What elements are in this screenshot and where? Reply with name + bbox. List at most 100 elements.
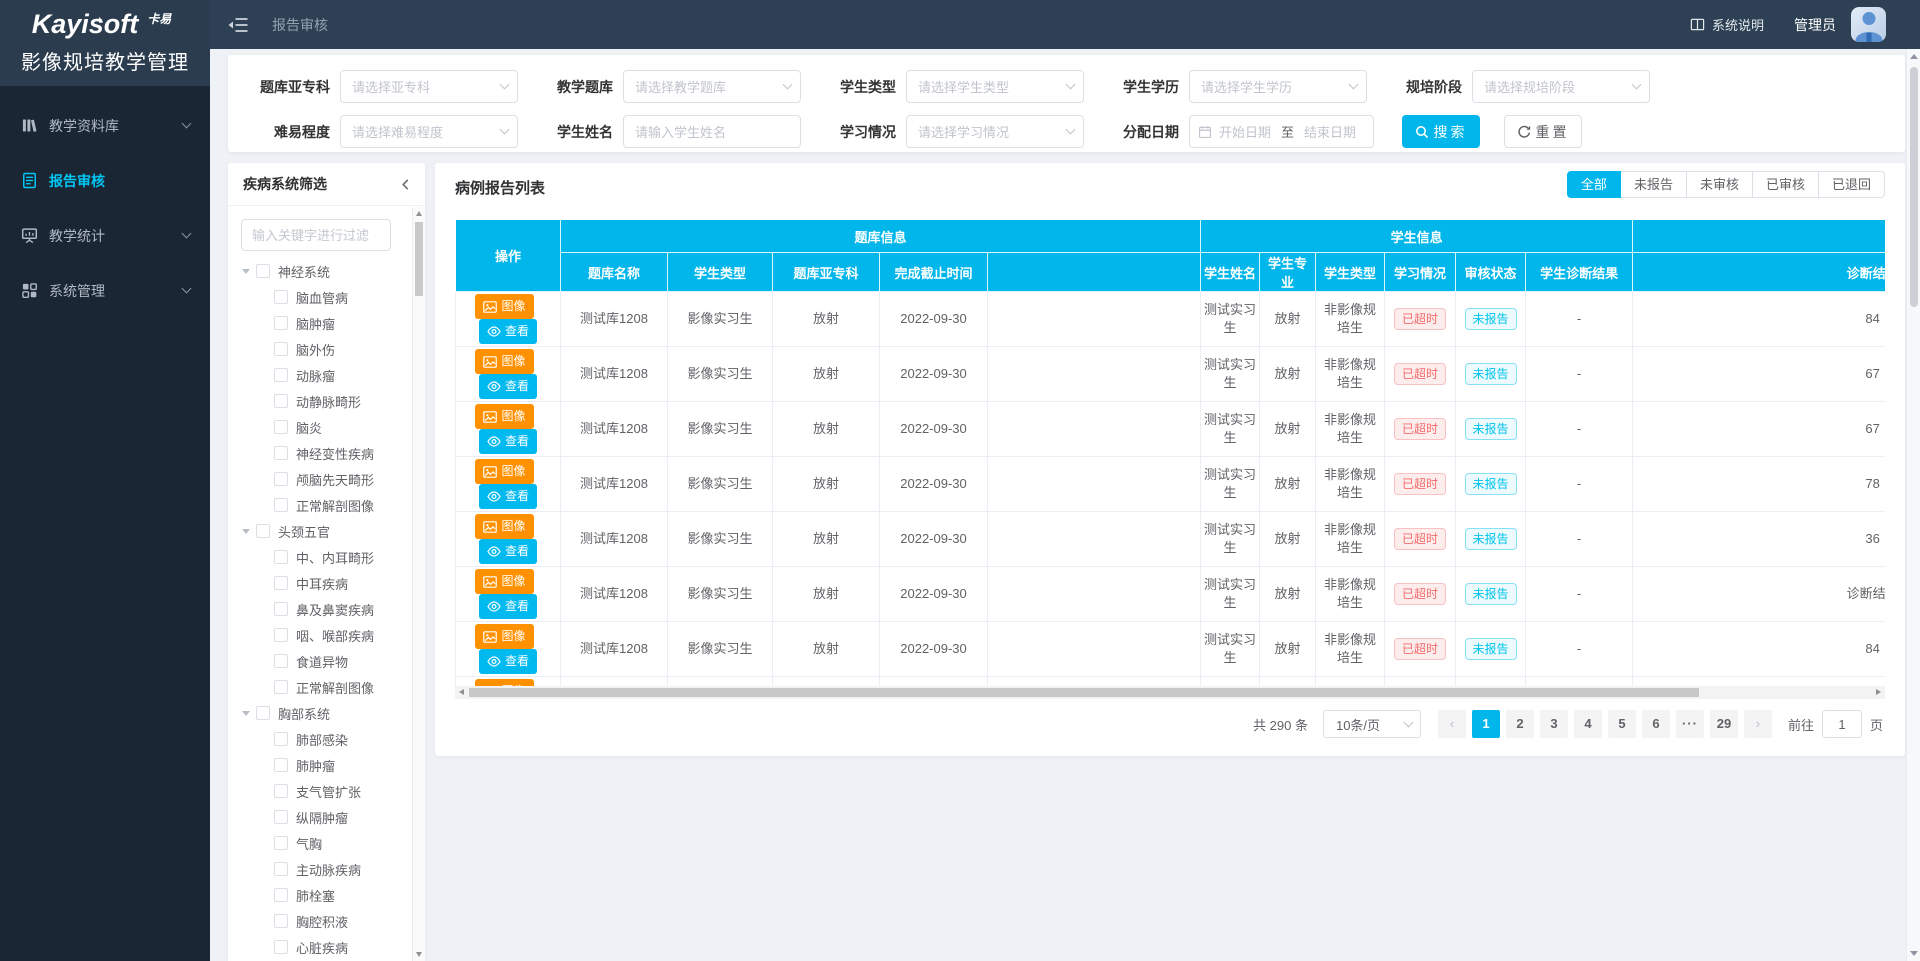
tree-leaf-node[interactable]: 主动脉疾病 — [228, 856, 425, 882]
tab-未审核[interactable]: 未审核 — [1687, 171, 1753, 198]
checkbox[interactable] — [274, 576, 288, 590]
scroll-down-icon[interactable] — [416, 952, 422, 957]
checkbox[interactable] — [274, 758, 288, 772]
checkbox[interactable] — [274, 654, 288, 668]
tree-leaf-node[interactable]: 正常解剖图像 — [228, 492, 425, 518]
view-button[interactable]: 查看 — [479, 539, 537, 564]
tree-leaf-node[interactable]: 脑肿瘤 — [228, 310, 425, 336]
view-button[interactable]: 查看 — [479, 484, 537, 509]
image-button[interactable]: 图像 — [475, 679, 533, 686]
tree-group-node[interactable]: 头颈五官 — [228, 518, 425, 544]
tree-leaf-node[interactable]: 神经变性疾病 — [228, 440, 425, 466]
checkbox[interactable] — [274, 602, 288, 616]
tree-leaf-node[interactable]: 中、内耳畸形 — [228, 544, 425, 570]
page-button-29[interactable]: 29 — [1710, 710, 1738, 738]
image-button[interactable]: 图像 — [475, 294, 533, 319]
checkbox[interactable] — [274, 550, 288, 564]
view-button[interactable]: 查看 — [479, 319, 537, 344]
tree-group-node[interactable]: 胸部系统 — [228, 700, 425, 726]
scroll-down-icon[interactable] — [1910, 951, 1918, 956]
next-page-button[interactable]: › — [1744, 710, 1772, 738]
image-button[interactable]: 图像 — [475, 514, 533, 539]
tree-leaf-node[interactable]: 动脉瘤 — [228, 362, 425, 388]
system-help-button[interactable]: 系统说明 — [1690, 15, 1764, 34]
tree-group-node[interactable]: 神经系统 — [228, 258, 425, 284]
page-size-select[interactable]: 10条/页 — [1323, 710, 1421, 738]
checkbox[interactable] — [274, 914, 288, 928]
tree-leaf-node[interactable]: 纵隔肿瘤 — [228, 804, 425, 830]
tree-leaf-node[interactable]: 支气管扩张 — [228, 778, 425, 804]
sidebar-fold-icon[interactable] — [228, 17, 248, 33]
scroll-up-icon[interactable] — [1910, 54, 1918, 59]
scroll-right-icon[interactable] — [1876, 689, 1881, 695]
view-button[interactable]: 查看 — [479, 649, 537, 674]
search-button[interactable]: 搜索 — [1402, 115, 1480, 148]
checkbox[interactable] — [274, 420, 288, 434]
tree-leaf-node[interactable]: 胸腔积液 — [228, 908, 425, 934]
checkbox[interactable] — [274, 862, 288, 876]
page-button-3[interactable]: 3 — [1540, 710, 1568, 738]
checkbox[interactable] — [274, 446, 288, 460]
page-button-1[interactable]: 1 — [1472, 710, 1500, 738]
tree-leaf-node[interactable]: 中耳疾病 — [228, 570, 425, 596]
image-button[interactable]: 图像 — [475, 569, 533, 594]
checkbox[interactable] — [274, 290, 288, 304]
checkbox[interactable] — [274, 316, 288, 330]
page-button-6[interactable]: 6 — [1642, 710, 1670, 738]
panel-collapse-icon[interactable] — [399, 178, 412, 191]
more-pages-icon[interactable]: ··· — [1676, 710, 1704, 738]
difficulty-select[interactable]: 请选择难易程度 — [340, 115, 518, 148]
training-stage-select[interactable]: 请选择规培阶段 — [1472, 70, 1650, 103]
tree-leaf-node[interactable]: 肺部感染 — [228, 726, 425, 752]
checkbox[interactable] — [274, 342, 288, 356]
view-button[interactable]: 查看 — [479, 374, 537, 399]
tree-expand-caret-icon[interactable] — [242, 529, 250, 534]
checkbox[interactable] — [274, 784, 288, 798]
checkbox[interactable] — [274, 368, 288, 382]
sidebar-item-system-management[interactable]: 系统管理 — [0, 263, 210, 318]
checkbox[interactable] — [274, 680, 288, 694]
tree-expand-caret-icon[interactable] — [242, 711, 250, 716]
image-button[interactable]: 图像 — [475, 624, 533, 649]
teaching-bank-select[interactable]: 请选择教学题库 — [623, 70, 801, 103]
sidebar-item-teaching-materials[interactable]: 教学资料库 — [0, 98, 210, 153]
table-horizontal-scrollbar[interactable] — [455, 686, 1885, 699]
tree-leaf-node[interactable]: 鼻及鼻窦疾病 — [228, 596, 425, 622]
tree-leaf-node[interactable]: 咽、喉部疾病 — [228, 622, 425, 648]
tree-leaf-node[interactable]: 脑炎 — [228, 414, 425, 440]
checkbox[interactable] — [274, 472, 288, 486]
tree-leaf-node[interactable]: 动静脉畸形 — [228, 388, 425, 414]
tree-leaf-node[interactable]: 肺肿瘤 — [228, 752, 425, 778]
study-status-select[interactable]: 请选择学习情况 — [906, 115, 1084, 148]
page-button-2[interactable]: 2 — [1506, 710, 1534, 738]
tree-leaf-node[interactable]: 正常解剖图像 — [228, 674, 425, 700]
scroll-left-icon[interactable] — [459, 689, 464, 695]
checkbox[interactable] — [274, 836, 288, 850]
tree-leaf-node[interactable]: 心脏疾病 — [228, 934, 425, 960]
checkbox[interactable] — [274, 628, 288, 642]
checkbox[interactable] — [274, 888, 288, 902]
image-button[interactable]: 图像 — [475, 349, 533, 374]
sidebar-item-report-review[interactable]: 报告审核 — [0, 153, 210, 208]
tree-leaf-node[interactable]: 食道异物 — [228, 648, 425, 674]
tree-scrollbar-thumb[interactable] — [415, 222, 423, 296]
prev-page-button[interactable]: ‹ — [1438, 710, 1466, 738]
student-degree-select[interactable]: 请选择学生学历 — [1189, 70, 1367, 103]
view-button[interactable]: 查看 — [479, 594, 537, 619]
page-scrollbar[interactable] — [1906, 49, 1920, 961]
goto-page-input[interactable] — [1822, 710, 1862, 738]
tree-scrollbar[interactable] — [412, 207, 425, 961]
tree-filter-input[interactable] — [241, 219, 391, 251]
reset-button[interactable]: 重置 — [1504, 115, 1582, 148]
tab-全部[interactable]: 全部 — [1567, 171, 1621, 198]
checkbox[interactable] — [274, 394, 288, 408]
checkbox[interactable] — [274, 732, 288, 746]
tree-leaf-node[interactable]: 肺栓塞 — [228, 882, 425, 908]
checkbox[interactable] — [274, 940, 288, 954]
page-button-4[interactable]: 4 — [1574, 710, 1602, 738]
assign-date-range-picker[interactable]: 开始日期至结束日期 — [1189, 115, 1374, 148]
image-button[interactable]: 图像 — [475, 404, 533, 429]
hscrollbar-thumb[interactable] — [469, 688, 1699, 697]
tab-未报告[interactable]: 未报告 — [1621, 171, 1687, 198]
checkbox[interactable] — [256, 264, 270, 278]
